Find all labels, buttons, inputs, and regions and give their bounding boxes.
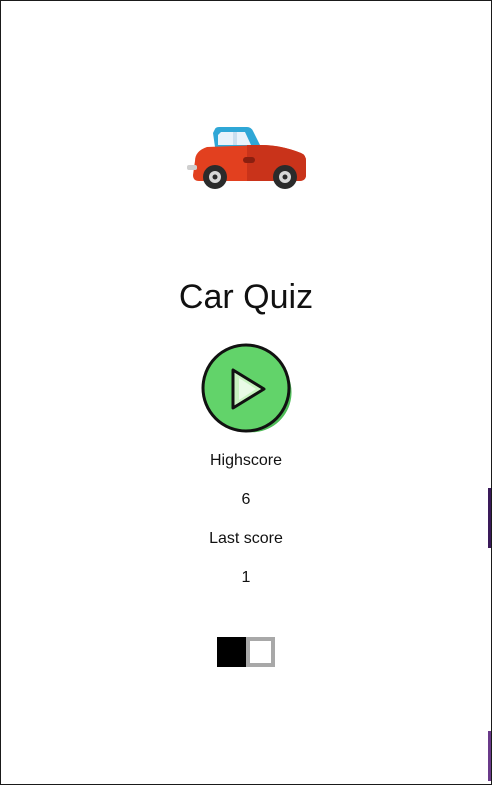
play-icon	[201, 343, 292, 433]
toggle-off-segment	[246, 637, 275, 667]
app-screen: Car Quiz Highscore 6 Last score 1	[0, 0, 492, 785]
highscore-value: 6	[241, 491, 251, 508]
play-button[interactable]	[200, 342, 292, 434]
page-title: Car Quiz	[178, 278, 314, 316]
lastscore-label: Last score	[209, 530, 283, 547]
car-logo-icon	[185, 123, 309, 193]
edge-accent-bottom	[488, 731, 491, 781]
highscore-label: Highscore	[209, 452, 283, 469]
lastscore-value: 1	[241, 569, 251, 586]
toggle-on-segment	[217, 637, 246, 667]
theme-toggle[interactable]	[217, 637, 275, 667]
